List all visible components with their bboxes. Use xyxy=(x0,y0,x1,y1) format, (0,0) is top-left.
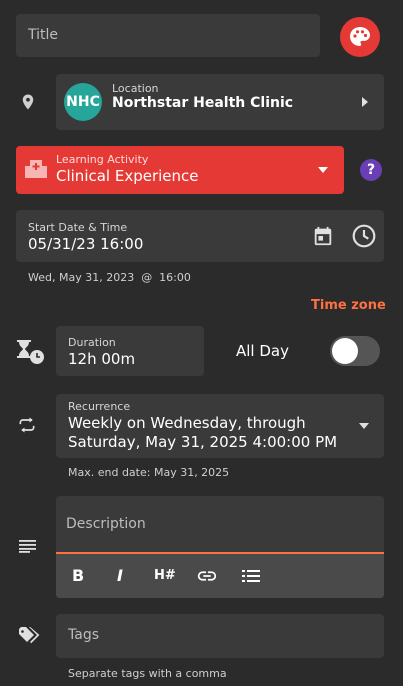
chevron-down-icon xyxy=(318,167,328,173)
location-value: Northstar Health Clinic xyxy=(112,95,294,111)
location-avatar-text: NHC xyxy=(66,94,100,110)
notes-icon xyxy=(19,539,37,553)
title-input-placeholder: Title xyxy=(28,27,59,43)
start-datetime-preview: Wed, May 31, 2023 @ 16:00 xyxy=(28,271,191,284)
hospital-icon xyxy=(24,158,48,184)
calendar-icon[interactable] xyxy=(312,225,334,247)
recurrence-selector[interactable]: Recurrence Weekly on Wednesday, through … xyxy=(56,394,384,458)
italic-button[interactable]: I xyxy=(117,566,123,585)
all-day-toggle[interactable] xyxy=(330,336,380,366)
chevron-down-icon xyxy=(359,423,369,429)
duration-field[interactable]: Duration 12h 00m xyxy=(56,326,204,376)
recurrence-line1: Weekly on Wednesday, through xyxy=(68,414,306,432)
help-button[interactable]: ? xyxy=(360,159,382,181)
palette-icon xyxy=(350,27,370,46)
location-label: Location xyxy=(112,82,159,95)
description-editor[interactable]: Description B I H# xyxy=(56,496,384,598)
location-pin-icon xyxy=(19,92,37,112)
recurrence-max-end: Max. end date: May 31, 2025 xyxy=(68,466,230,479)
recurrence-line2: Saturday, May 31, 2025 4:00:00 PM xyxy=(68,433,338,451)
tags-placeholder: Tags xyxy=(68,627,99,643)
duration-label: Duration xyxy=(68,336,116,349)
duration-value: 12h 00m xyxy=(68,350,136,368)
description-toolbar: B I H# xyxy=(56,554,384,598)
clock-icon[interactable] xyxy=(351,223,377,249)
start-datetime-value: 05/31/23 16:00 xyxy=(28,235,144,253)
learning-activity-selector[interactable]: Learning Activity Clinical Experience xyxy=(16,146,344,194)
palette-button[interactable] xyxy=(340,17,380,57)
location-selector[interactable]: NHC Location Northstar Health Clinic xyxy=(56,74,384,130)
learning-activity-label: Learning Activity xyxy=(56,153,149,166)
start-datetime-field[interactable]: Start Date & Time 05/31/23 16:00 xyxy=(16,210,384,262)
heading-button[interactable]: H# xyxy=(154,568,176,583)
learning-activity-value: Clinical Experience xyxy=(56,167,199,185)
start-datetime-label: Start Date & Time xyxy=(28,221,128,234)
bulleted-list-icon[interactable] xyxy=(242,569,260,583)
toggle-knob xyxy=(332,338,358,364)
location-avatar: NHC xyxy=(64,83,102,121)
tag-icon xyxy=(18,627,40,645)
title-field[interactable]: Title xyxy=(16,14,320,57)
hourglass-timer-icon xyxy=(15,339,45,365)
link-icon[interactable] xyxy=(196,568,218,584)
bold-button[interactable]: B xyxy=(72,566,84,585)
description-placeholder: Description xyxy=(66,516,146,532)
all-day-label: All Day xyxy=(236,342,289,360)
tags-field[interactable]: Tags xyxy=(56,614,384,658)
repeat-icon xyxy=(17,415,37,435)
help-icon: ? xyxy=(366,162,376,178)
recurrence-label: Recurrence xyxy=(68,400,131,413)
chevron-right-icon xyxy=(362,97,368,107)
tags-hint: Separate tags with a comma xyxy=(68,667,227,680)
timezone-link[interactable]: Time zone xyxy=(311,298,386,313)
